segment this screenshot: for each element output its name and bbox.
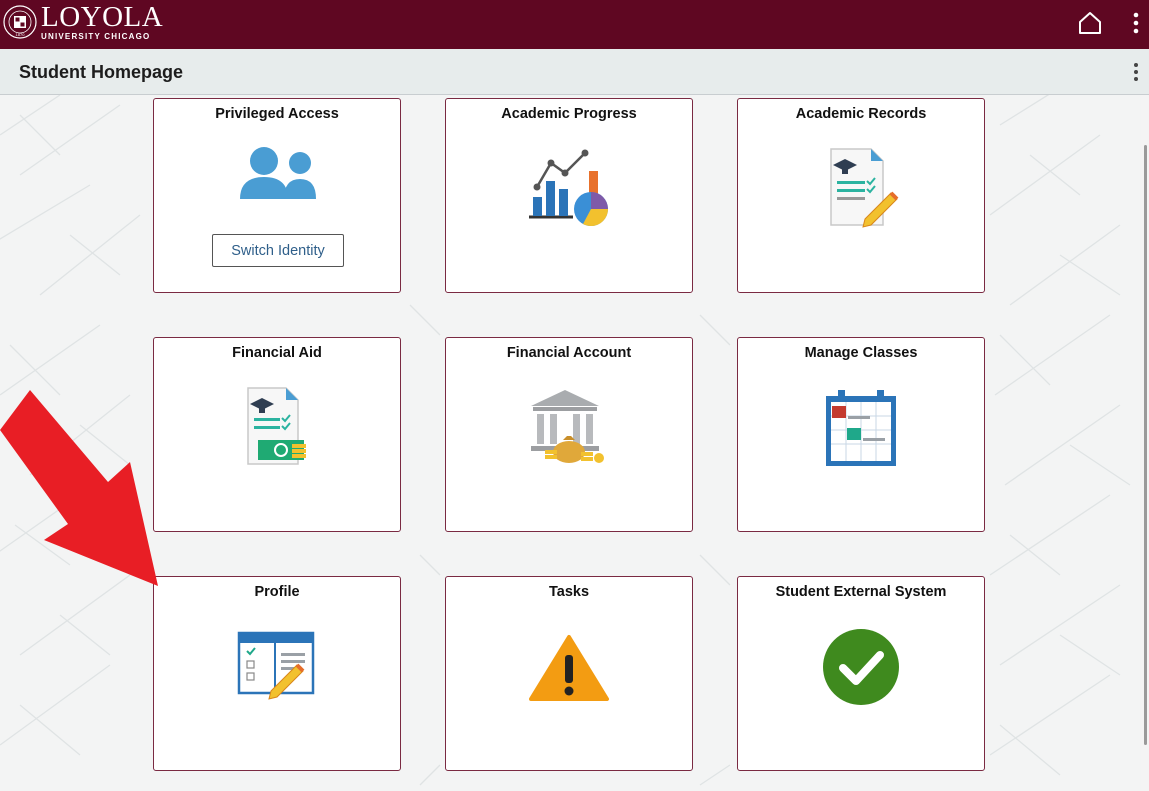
page-actions-icon[interactable] — [1128, 61, 1144, 83]
tile-academic-records[interactable]: Academic Records — [737, 98, 985, 293]
vertical-scrollbar[interactable] — [1141, 95, 1149, 791]
tile-profile[interactable]: Profile — [153, 576, 401, 771]
bank-icon — [531, 390, 604, 463]
tile-title: Financial Aid — [232, 345, 322, 361]
scrollbar-thumb[interactable] — [1144, 145, 1147, 745]
tile-title: Privileged Access — [215, 106, 339, 122]
tile-title: Academic Records — [795, 106, 927, 122]
warning-icon — [529, 635, 609, 701]
tile-title: Tasks — [548, 584, 590, 600]
users-icon — [240, 147, 316, 199]
records-document-icon — [830, 148, 899, 228]
progress-chart-icon — [529, 149, 608, 226]
tile-title: Manage Classes — [804, 345, 918, 361]
profile-form-icon — [237, 631, 315, 700]
financial-aid-icon — [247, 387, 306, 465]
calendar-icon — [826, 390, 896, 466]
tile-manage-classes[interactable]: Manage Classes — [737, 337, 985, 532]
university-logo[interactable]: 1870 LOYOLA UNIVERSITY CHICAGO — [3, 2, 163, 42]
tile-financial-account[interactable]: Financial Account — [445, 337, 693, 532]
tile-title: Academic Progress — [501, 106, 637, 122]
tile-student-external-system[interactable]: Student External System — [737, 576, 985, 771]
brand-name: LOYOLA — [41, 1, 164, 33]
switch-identity-button[interactable]: Switch Identity — [212, 234, 344, 267]
home-icon[interactable] — [1076, 9, 1104, 37]
page-header: Student Homepage — [0, 49, 1149, 95]
red-arrow-icon — [0, 390, 158, 586]
tile-tasks[interactable]: Tasks — [445, 576, 693, 771]
brand-subtitle: UNIVERSITY CHICAGO — [41, 32, 151, 41]
checkmark-icon — [823, 629, 899, 705]
top-banner: 1870 LOYOLA UNIVERSITY CHICAGO — [0, 0, 1149, 49]
page-title: Student Homepage — [19, 62, 184, 82]
tile-financial-aid[interactable]: Financial Aid — [153, 337, 401, 532]
tile-grid: Privileged Access Switch Identity Academ… — [0, 95, 1149, 791]
tile-academic-progress[interactable]: Academic Progress — [445, 98, 693, 293]
tile-title: Profile — [254, 584, 300, 600]
svg-text:1870: 1870 — [16, 32, 26, 37]
tile-title: Financial Account — [506, 345, 632, 361]
university-seal-icon: 1870 — [3, 5, 37, 39]
tile-title: Student External System — [775, 584, 947, 600]
vertical-dots-icon[interactable] — [1128, 9, 1144, 37]
tile-privileged-access[interactable]: Privileged Access Switch Identity — [153, 98, 401, 293]
